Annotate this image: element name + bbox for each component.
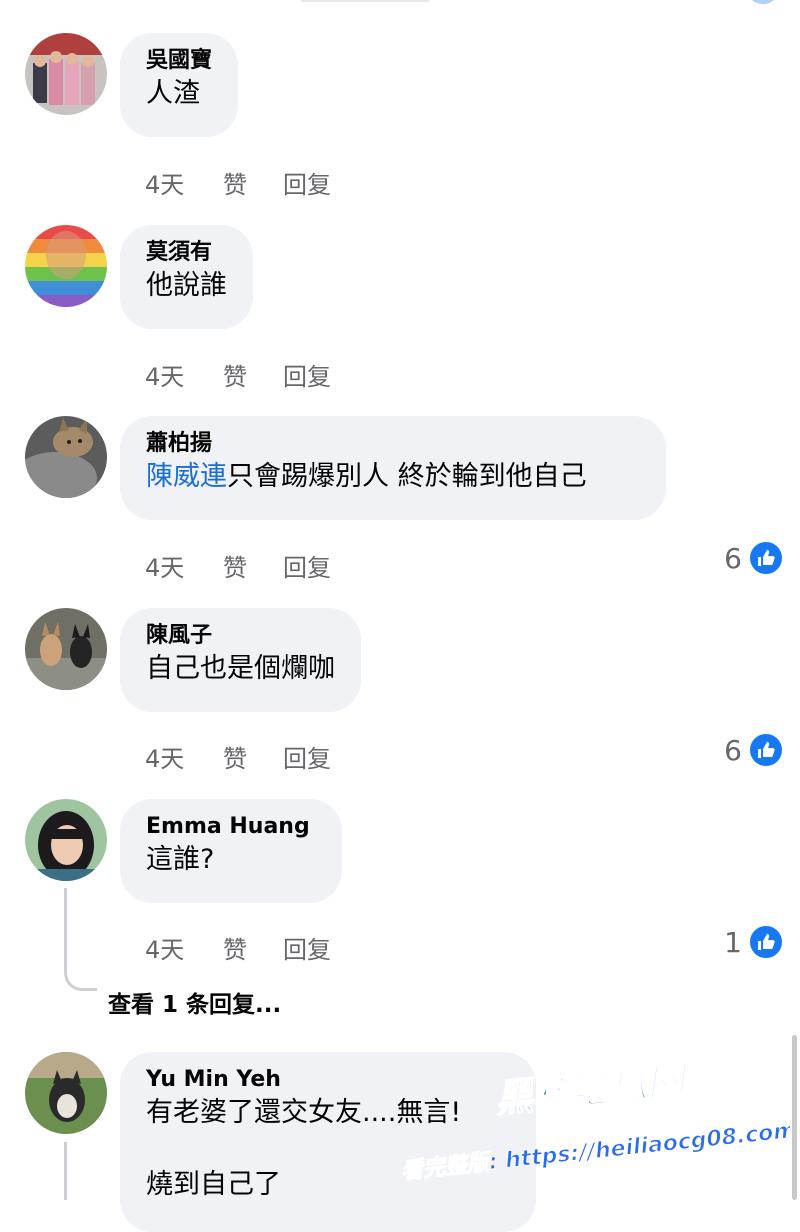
reaction-number: 6 [724, 541, 742, 575]
like-button[interactable]: 赞 [223, 739, 283, 774]
comment-author[interactable]: Emma Huang [146, 813, 316, 841]
watermark-line: 看完整版: https://heiliaocg08.com [400, 1117, 790, 1184]
mention-link[interactable]: 陳威連 [146, 461, 227, 492]
like-button[interactable]: 赞 [223, 930, 283, 965]
avatar[interactable] [25, 33, 107, 115]
comment-actions: 4天 赞 回复 [145, 930, 363, 965]
watermark-title: 黑料吃瓜网 [493, 1057, 692, 1121]
view-replies-link[interactable]: 查看 1 条回复... [108, 985, 281, 1019]
comment-bubble: 吳國寶 人渣 [120, 33, 239, 137]
comment-author[interactable]: 陳風子 [146, 622, 335, 650]
reply-button[interactable]: 回复 [283, 930, 363, 965]
comment-bubble: 莫須有 他說誰 [120, 225, 253, 329]
avatar[interactable] [25, 608, 107, 690]
reply-button[interactable]: 回复 [283, 165, 363, 200]
like-button[interactable]: 赞 [223, 165, 283, 200]
reply-thread-line [64, 888, 97, 991]
comment-bubble: 陳風子 自己也是個爛咖 [120, 608, 361, 712]
reply-button[interactable]: 回复 [283, 739, 363, 774]
comment-bubble: Emma Huang 這誰? [120, 799, 342, 903]
reaction-number: 1 [724, 925, 742, 959]
watermark: 黑料吃瓜网 看完整版: https://heiliaocg08.com [395, 1050, 797, 1190]
comment-time[interactable]: 4天 [145, 739, 223, 774]
comment-text: 他說誰 [146, 270, 227, 301]
reaction-number: 6 [724, 733, 742, 767]
thumbs-up-icon [748, 732, 784, 768]
avatar[interactable] [25, 225, 107, 307]
thumbs-up-icon [748, 924, 784, 960]
comment-actions: 4天 赞 回复 [145, 739, 363, 774]
scrollbar[interactable] [792, 1035, 797, 1200]
reaction-count[interactable]: 6 [724, 540, 784, 576]
avatar[interactable] [25, 416, 107, 498]
reply-button[interactable]: 回复 [283, 548, 363, 583]
avatar[interactable] [25, 799, 107, 881]
comment-time[interactable]: 4天 [145, 548, 223, 583]
reply-thread-line [64, 1142, 67, 1200]
comment-actions: 4天 赞 回复 [145, 357, 363, 392]
comment-text: 這誰? [146, 844, 215, 875]
top-remnant-icon [748, 0, 778, 4]
comment-time[interactable]: 4天 [145, 165, 223, 200]
reply-button[interactable]: 回复 [283, 357, 363, 392]
comment-text: 自己也是個爛咖 [146, 653, 335, 684]
reaction-count[interactable]: 1 [724, 924, 784, 960]
thumbs-up-icon [748, 540, 784, 576]
top-remnant [300, 0, 430, 2]
comment-actions: 4天 赞 回复 [145, 165, 363, 200]
comment-time[interactable]: 4天 [145, 930, 223, 965]
comment-text-body: 只會踢爆別人 終於輪到他自己 [227, 461, 587, 492]
like-button[interactable]: 赞 [223, 357, 283, 392]
reaction-count[interactable]: 6 [724, 732, 784, 768]
comment-text: 人渣 [146, 78, 200, 109]
comment-author[interactable]: 莫須有 [146, 239, 227, 267]
avatar[interactable] [25, 1052, 107, 1134]
comment-bubble: 蕭柏揚 陳威連只會踢爆別人 終於輪到他自己 [120, 416, 666, 520]
comment-actions: 4天 赞 回复 [145, 548, 363, 583]
comment-author[interactable]: 蕭柏揚 [146, 430, 640, 458]
comment-time[interactable]: 4天 [145, 357, 223, 392]
comment-text: 陳威連只會踢爆別人 終於輪到他自己 [146, 458, 640, 496]
like-button[interactable]: 赞 [223, 548, 283, 583]
comment-author[interactable]: 吳國寶 [146, 47, 212, 75]
